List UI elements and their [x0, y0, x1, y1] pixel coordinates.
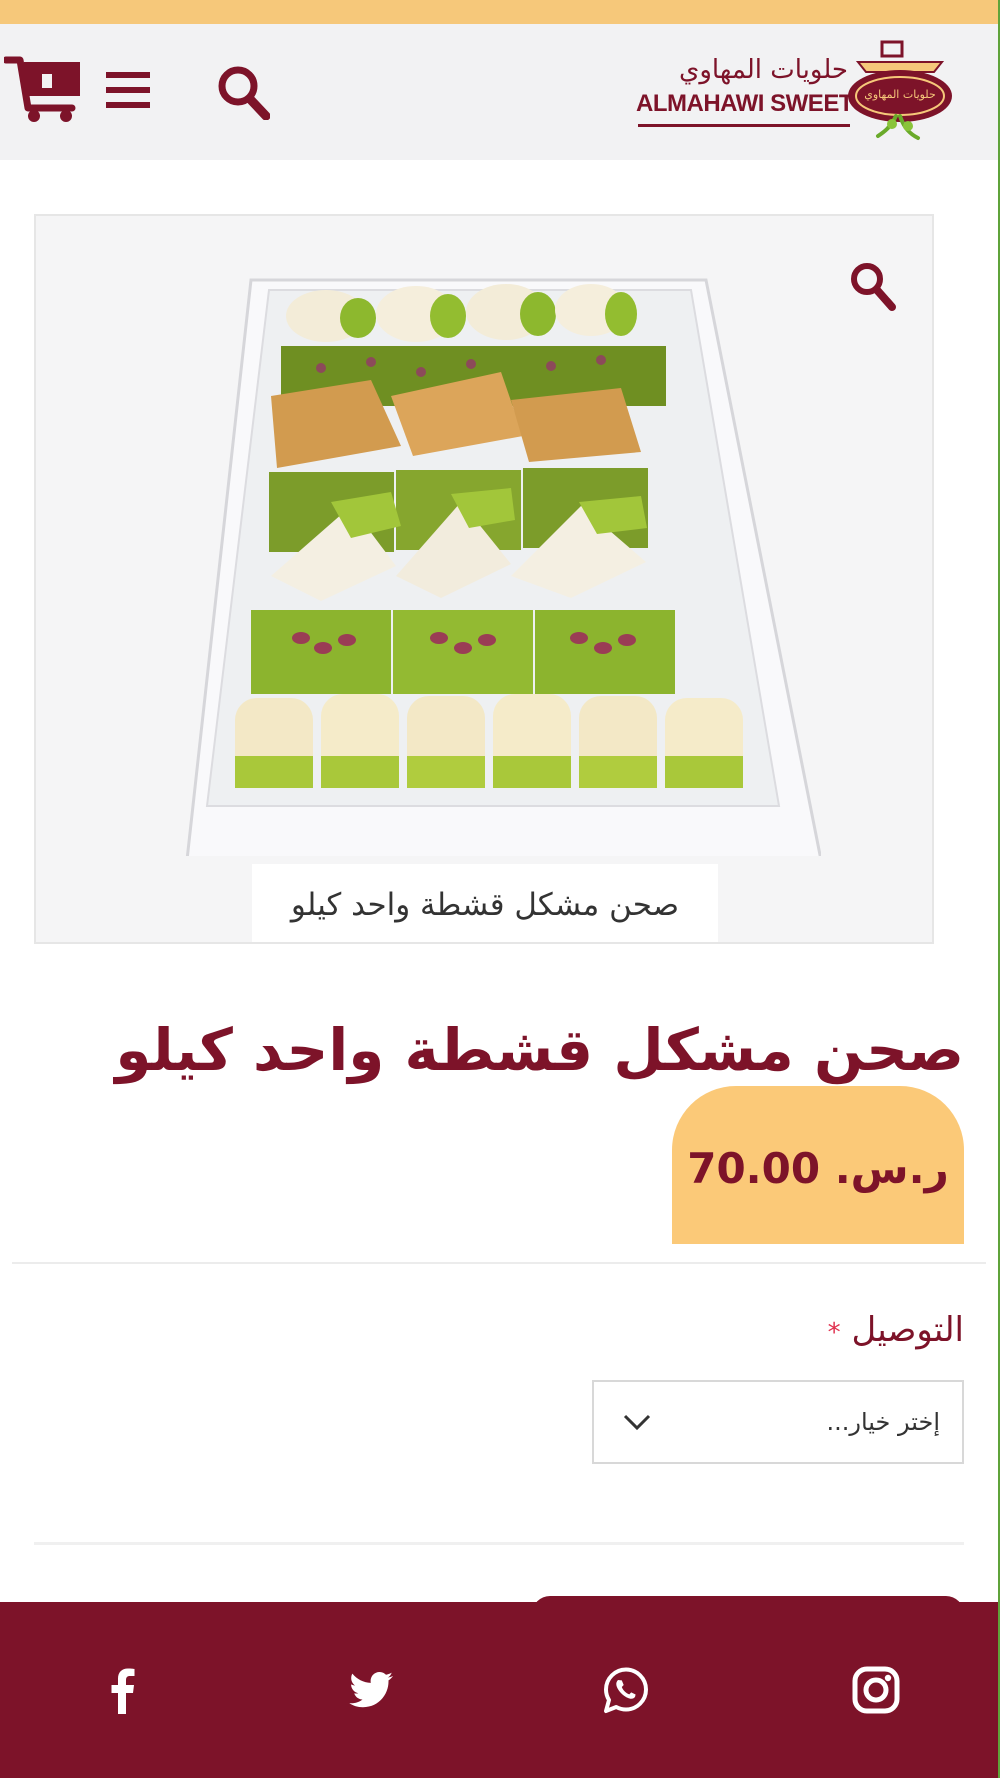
top-accent-stripe: [0, 0, 1000, 24]
delivery-option-label: التوصيل *: [620, 1308, 964, 1352]
required-marker: *: [827, 1318, 841, 1348]
image-caption-text: صحن مشكل قشطة واحد كيلو: [290, 887, 680, 923]
twitter-icon: [349, 1672, 393, 1708]
whatsapp-icon: [604, 1667, 648, 1713]
zoom-icon: [851, 263, 896, 311]
social-footer-bar: [0, 1602, 998, 1778]
site-logo[interactable]: حلويات المهاوي ALMAHAWI SWEETS حلويات ال…: [630, 38, 960, 150]
price-badge: ر.س. 70.00: [672, 1086, 964, 1244]
whatsapp-link[interactable]: [598, 1662, 654, 1718]
chevron-down-icon: [623, 1414, 651, 1431]
search-icon: [218, 66, 271, 121]
instagram-link[interactable]: [848, 1662, 904, 1718]
product-price: ر.س. 70.00: [687, 1144, 949, 1193]
facebook-icon: [111, 1668, 135, 1714]
product-photo: [185, 278, 821, 856]
twitter-link[interactable]: [343, 1662, 399, 1718]
logo-emblem-text: حلويات المهاوي: [864, 88, 936, 101]
image-caption: صحن مشكل قشطة واحد كيلو: [252, 864, 718, 942]
divider: [12, 1262, 986, 1264]
site-header: حلويات المهاوي ALMAHAWI SWEETS حلويات ال…: [0, 24, 998, 160]
delivery-select-value: إختر خيار...: [826, 1408, 940, 1436]
instagram-icon: [852, 1666, 900, 1714]
product-image-gallery[interactable]: صحن مشكل قشطة واحد كيلو: [34, 214, 934, 944]
facebook-link[interactable]: [95, 1662, 151, 1718]
product-title: صحن مشكل قشطة واحد كيلو: [115, 1016, 964, 1084]
zoom-button[interactable]: [848, 260, 896, 312]
hamburger-menu-icon: [106, 72, 150, 108]
cart-icon: [2, 56, 80, 122]
delivery-label-text: التوصيل: [851, 1310, 964, 1350]
divider: [34, 1542, 964, 1545]
logo-arabic-name: حلويات المهاوي: [679, 55, 848, 85]
menu-button[interactable]: [106, 70, 150, 110]
search-button[interactable]: [216, 64, 271, 121]
cart-button[interactable]: [2, 52, 86, 124]
logo-english-name: ALMAHAWI SWEETS: [636, 90, 869, 117]
logo-underline: [638, 124, 850, 127]
delivery-select[interactable]: إختر خيار...: [592, 1380, 964, 1464]
